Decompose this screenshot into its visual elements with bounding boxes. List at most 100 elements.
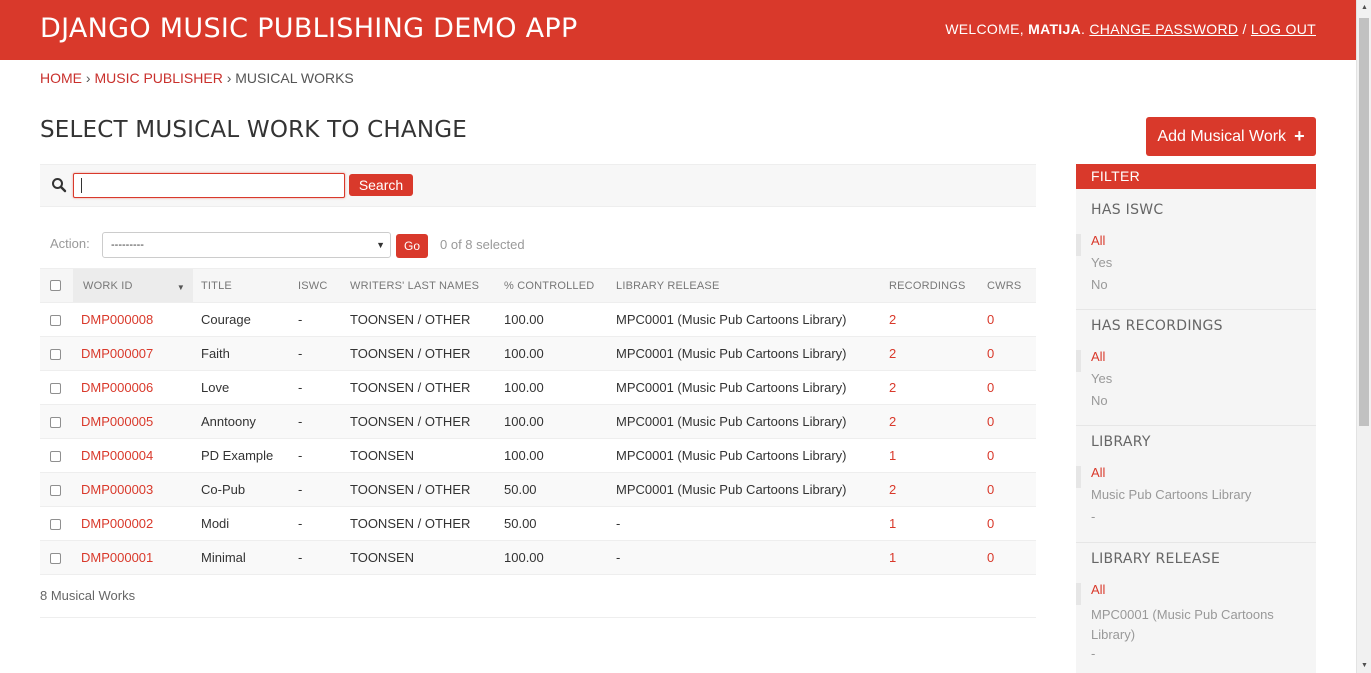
action-select[interactable]: --------- ▼	[102, 232, 391, 258]
filter-option-release[interactable]: MPC0001 (Music Pub Cartoons Library)	[1076, 605, 1276, 647]
row-checkbox[interactable]	[50, 519, 61, 531]
select-all-checkbox[interactable]	[50, 280, 61, 292]
recordings-link[interactable]: 2	[889, 312, 896, 327]
recordings-link[interactable]: 2	[889, 380, 896, 395]
iswc-cell: -	[290, 438, 342, 473]
breadcrumb-home[interactable]: HOME	[40, 70, 82, 86]
search-input[interactable]	[73, 173, 345, 198]
recordings-link[interactable]: 1	[889, 516, 896, 531]
go-button[interactable]: Go	[396, 234, 428, 258]
work-id-link[interactable]: DMP000007	[81, 346, 153, 361]
breadcrumb-app[interactable]: MUSIC PUBLISHER	[94, 70, 222, 86]
writers-cell: TOONSEN / OTHER	[342, 404, 496, 439]
filter-option-all[interactable]: All	[1076, 583, 1316, 605]
work-id-link[interactable]: DMP000004	[81, 448, 153, 463]
table-row: DMP000001 Minimal - TOONSEN 100.00 - 1 0	[40, 540, 1036, 575]
controlled-cell: 100.00	[496, 404, 608, 439]
title-cell: PD Example	[193, 438, 290, 473]
column-header-controlled[interactable]: % CONTROLLED	[496, 268, 608, 303]
row-checkbox[interactable]	[50, 451, 61, 463]
work-id-cell: DMP000005	[73, 404, 193, 439]
writers-cell: TOONSEN / OTHER	[342, 336, 496, 371]
recordings-link[interactable]: 1	[889, 550, 896, 565]
writers-cell: TOONSEN / OTHER	[342, 302, 496, 337]
filter-option-all[interactable]: All	[1076, 234, 1316, 256]
work-id-link[interactable]: DMP000005	[81, 414, 153, 429]
filter-option-yes[interactable]: Yes	[1076, 256, 1316, 278]
cwrs-link[interactable]: 0	[987, 448, 994, 463]
username: MATIJA	[1028, 21, 1081, 37]
filter-option-all[interactable]: All	[1076, 466, 1316, 488]
filter-option-all[interactable]: All	[1076, 350, 1316, 372]
table-header-row: WORK ID ▼ TITLE ISWC WRITERS' LAST NAMES …	[40, 268, 1036, 303]
cwrs-link[interactable]: 0	[987, 346, 994, 361]
cwrs-link[interactable]: 0	[987, 516, 994, 531]
library-release-cell: MPC0001 (Music Pub Cartoons Library)	[608, 370, 881, 405]
work-id-link[interactable]: DMP000008	[81, 312, 153, 327]
work-id-cell: DMP000002	[73, 506, 193, 541]
cwrs-link[interactable]: 0	[987, 312, 994, 327]
site-title[interactable]: DJANGO MUSIC PUBLISHING DEMO APP	[40, 13, 578, 44]
recordings-link[interactable]: 2	[889, 346, 896, 361]
work-id-cell: DMP000001	[73, 540, 193, 575]
filter-option-no[interactable]: No	[1076, 278, 1316, 300]
filter-option-yes[interactable]: Yes	[1076, 372, 1316, 394]
row-checkbox[interactable]	[50, 383, 61, 395]
controlled-cell: 50.00	[496, 472, 608, 507]
work-id-link[interactable]: DMP000002	[81, 516, 153, 531]
iswc-cell: -	[290, 540, 342, 575]
row-checkbox[interactable]	[50, 315, 61, 327]
work-id-link[interactable]: DMP000001	[81, 550, 153, 565]
filter-option-empty[interactable]: -	[1076, 647, 1316, 669]
cwrs-cell: 0	[979, 438, 1036, 473]
search-button[interactable]: Search	[349, 174, 413, 196]
vertical-scrollbar[interactable]: ▲ ▼	[1356, 0, 1371, 673]
column-header-title[interactable]: TITLE	[193, 268, 290, 303]
writers-cell: TOONSEN	[342, 540, 496, 575]
filter-section-has-iswc: HAS ISWC All Yes No	[1076, 202, 1316, 310]
sort-descending-icon[interactable]: ▼	[177, 283, 185, 292]
column-header-cwrs[interactable]: CWRS	[979, 268, 1036, 303]
iswc-cell: -	[290, 506, 342, 541]
column-header-library-release[interactable]: LIBRARY RELEASE	[608, 268, 881, 303]
work-id-link[interactable]: DMP000003	[81, 482, 153, 497]
filter-title: FILTER	[1076, 164, 1316, 189]
row-checkbox[interactable]	[50, 349, 61, 361]
writers-cell: TOONSEN / OTHER	[342, 370, 496, 405]
row-checkbox[interactable]	[50, 417, 61, 429]
filter-option-no[interactable]: No	[1076, 394, 1316, 416]
scroll-up-icon[interactable]: ▲	[1357, 0, 1371, 15]
row-checkbox[interactable]	[50, 553, 61, 565]
row-checkbox[interactable]	[50, 485, 61, 497]
column-label: % CONTROLLED	[504, 279, 595, 292]
cwrs-link[interactable]: 0	[987, 482, 994, 497]
site-header: DJANGO MUSIC PUBLISHING DEMO APP WELCOME…	[0, 0, 1356, 60]
work-id-cell: DMP000006	[73, 370, 193, 405]
recordings-link[interactable]: 1	[889, 448, 896, 463]
change-password-link[interactable]: CHANGE PASSWORD	[1089, 21, 1238, 37]
column-header-work-id[interactable]: WORK ID ▼	[73, 268, 193, 303]
cwrs-link[interactable]: 0	[987, 550, 994, 565]
work-id-link[interactable]: DMP000006	[81, 380, 153, 395]
cwrs-link[interactable]: 0	[987, 414, 994, 429]
cwrs-link[interactable]: 0	[987, 380, 994, 395]
scroll-thumb[interactable]	[1359, 18, 1369, 426]
recordings-link[interactable]: 2	[889, 482, 896, 497]
logout-link[interactable]: LOG OUT	[1251, 21, 1316, 37]
filter-option-empty[interactable]: -	[1076, 510, 1316, 532]
column-header-iswc[interactable]: ISWC	[290, 268, 342, 303]
column-header-writers[interactable]: WRITERS' LAST NAMES	[342, 268, 496, 303]
scroll-down-icon[interactable]: ▼	[1357, 658, 1371, 673]
table-row: DMP000003 Co-Pub - TOONSEN / OTHER 50.00…	[40, 472, 1036, 507]
work-id-cell: DMP000007	[73, 336, 193, 371]
add-musical-work-button[interactable]: Add Musical Work +	[1146, 117, 1316, 156]
cwrs-cell: 0	[979, 506, 1036, 541]
action-select-value: ---------	[111, 239, 144, 251]
writers-cell: TOONSEN	[342, 438, 496, 473]
action-label: Action:	[50, 236, 90, 251]
filter-option-library[interactable]: Music Pub Cartoons Library	[1076, 488, 1316, 510]
recordings-link[interactable]: 2	[889, 414, 896, 429]
column-label: ISWC	[298, 279, 328, 292]
column-header-recordings[interactable]: RECORDINGS	[881, 268, 979, 303]
title-cell: Faith	[193, 336, 290, 371]
